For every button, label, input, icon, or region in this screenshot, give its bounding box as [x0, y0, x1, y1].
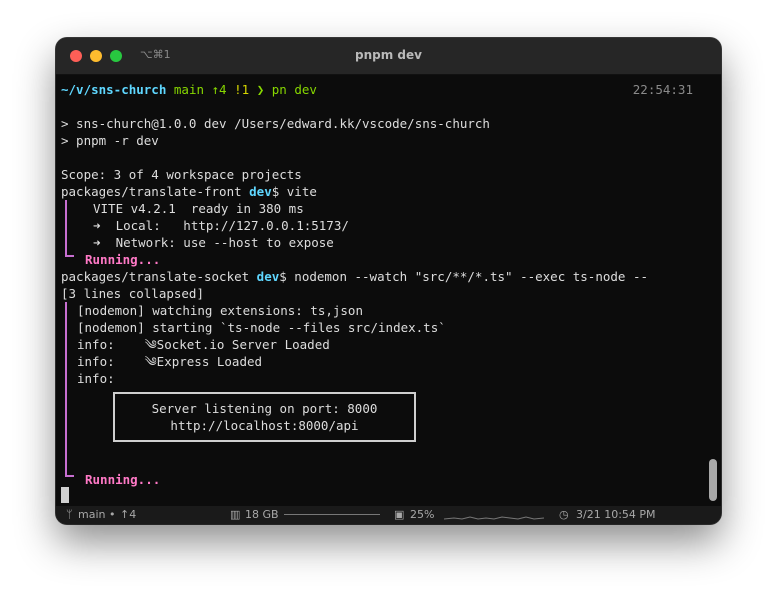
- git-branch-icon: ᛘ: [66, 508, 73, 521]
- prompt-path: ~/v/sns-church: [61, 82, 167, 97]
- prompt-ahead: ↑4: [211, 82, 227, 97]
- status-ahead: ↑4: [120, 508, 137, 521]
- output-line: ➜ Network: use --host to expose: [93, 235, 334, 250]
- terminal-content[interactable]: ~/v/sns-church main ↑4 !1 ❯ pn dev 22:54…: [56, 74, 721, 506]
- memory-graph: [284, 514, 380, 515]
- group-end-tick: [65, 255, 74, 257]
- package-path: packages/translate-socket: [61, 269, 257, 284]
- group-bar: [65, 302, 67, 475]
- scrollbar-thumb[interactable]: [709, 459, 717, 501]
- cpu-icon: ▣: [394, 508, 405, 521]
- prompt-arrow-icon: ❯: [256, 82, 265, 97]
- script-command: $ vite: [271, 184, 317, 199]
- output-line: Scope: 3 of 4 workspace projects: [61, 167, 302, 182]
- running-status: Running...: [85, 472, 161, 487]
- server-info-box: Server listening on port: 8000 http://lo…: [113, 392, 416, 442]
- status-branch: main: [78, 508, 106, 521]
- status-datetime: 3/21 10:54 PM: [576, 508, 656, 521]
- status-cpu: 25%: [410, 508, 435, 521]
- title-bar: ⌥⌘1 pnpm dev: [56, 38, 721, 75]
- terminal-window: ⌥⌘1 pnpm dev ~/v/sns-church main ↑4 !1 ❯…: [56, 38, 721, 524]
- text-cursor: [61, 487, 69, 503]
- output-line: info: ༄Express Loaded: [77, 354, 263, 369]
- running-status: Running...: [85, 252, 161, 267]
- cpu-graph: [444, 516, 544, 520]
- output-line: [nodemon] starting `ts-node --files src/…: [77, 320, 446, 335]
- output-line: > sns-church@1.0.0 dev /Users/edward.kk/…: [61, 116, 490, 131]
- package-path: packages/translate-front: [61, 184, 250, 199]
- collapsed-lines[interactable]: [3 lines collapsed]: [61, 285, 204, 302]
- output-line: info: ༄Socket.io Server Loaded: [77, 337, 330, 352]
- status-memory: 18 GB: [245, 508, 279, 521]
- prompt-line: ~/v/sns-church main ↑4 !1 ❯ pn dev: [61, 81, 317, 98]
- prompt-time: 22:54:31: [632, 82, 693, 97]
- clock-icon: ◷: [559, 508, 569, 521]
- prompt-branch: main: [173, 82, 204, 97]
- memory-icon: ▥: [230, 508, 241, 521]
- script-command: $ nodemon --watch "src/**/*.ts" --exec t…: [279, 269, 649, 284]
- script-name: dev: [249, 184, 272, 199]
- output-line: > pnpm -r dev: [61, 133, 159, 148]
- output-line: packages/translate-front dev$ vite: [61, 183, 317, 200]
- dot-separator: •: [109, 508, 116, 521]
- output-line: VITE v4.2.1 ready in 380 ms: [93, 201, 304, 216]
- status-bar: ᛘ main • ↑4 ▥ 18 GB ▣ 25% ◷ 3/21 10:54 P…: [56, 506, 721, 524]
- output-line: packages/translate-socket dev$ nodemon -…: [61, 268, 648, 285]
- group-end-tick: [65, 475, 74, 477]
- server-url-text: http://localhost:8000/api: [170, 418, 359, 433]
- script-name: dev: [256, 269, 280, 284]
- output-line: info:: [77, 371, 115, 386]
- window-title: pnpm dev: [355, 48, 422, 62]
- server-port-text: Server listening on port: 8000: [151, 401, 378, 416]
- prompt-command: pn dev: [271, 82, 317, 97]
- prompt-modified: !1: [234, 82, 250, 97]
- group-bar: [65, 200, 67, 255]
- output-line: ➜ Local: http://127.0.0.1:5173/: [93, 218, 349, 233]
- output-line: [nodemon] watching extensions: ts,json: [77, 303, 363, 318]
